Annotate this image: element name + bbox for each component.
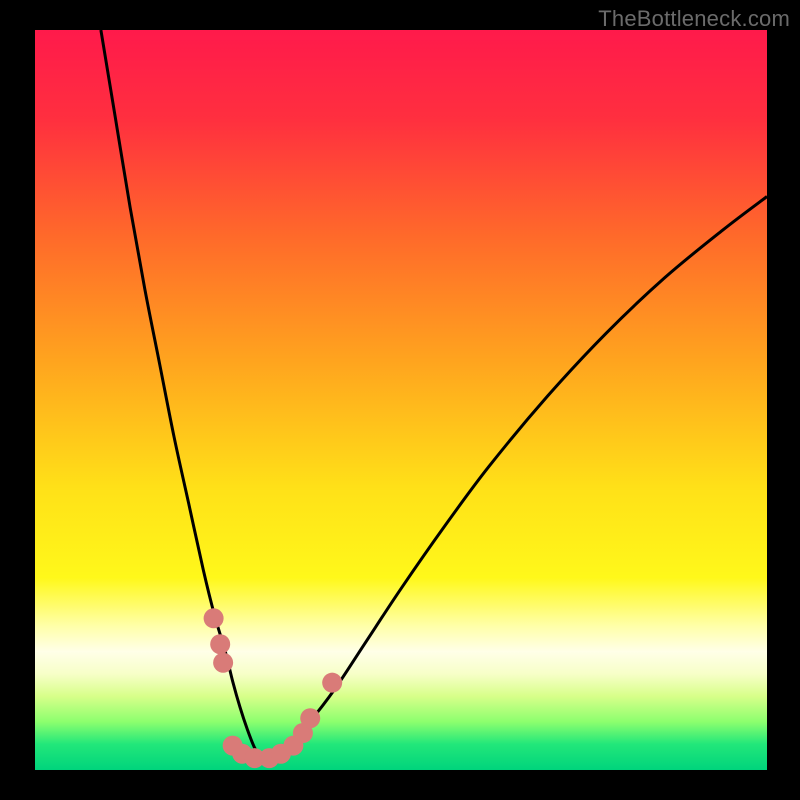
watermark-text: TheBottleneck.com [598, 6, 790, 32]
data-point [210, 634, 230, 654]
data-point [300, 708, 320, 728]
plot-background [35, 30, 767, 770]
data-point [204, 608, 224, 628]
data-point [322, 673, 342, 693]
data-point [213, 653, 233, 673]
bottleneck-curve-chart [0, 0, 800, 800]
chart-frame: TheBottleneck.com [0, 0, 800, 800]
